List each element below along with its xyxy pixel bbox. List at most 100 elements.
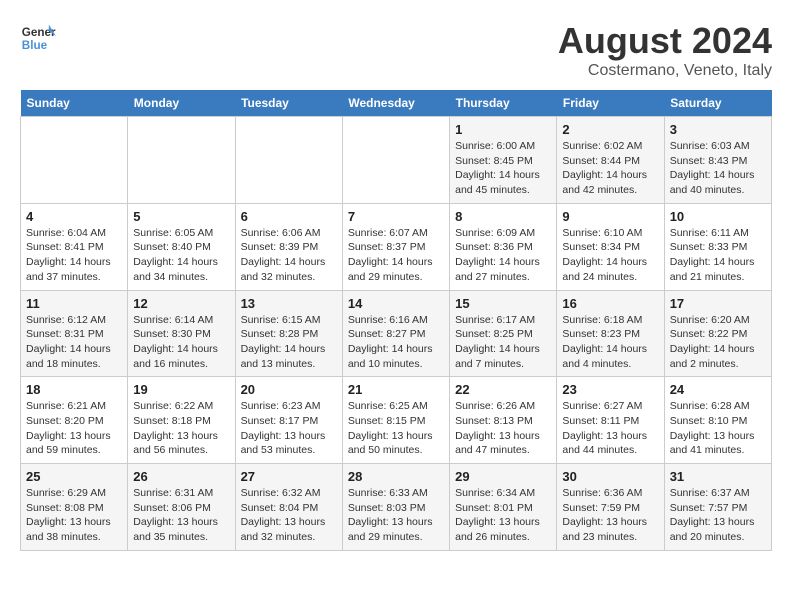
day-number: 24 — [670, 382, 766, 397]
day-number: 5 — [133, 209, 229, 224]
day-number: 30 — [562, 469, 658, 484]
day-number: 16 — [562, 296, 658, 311]
calendar-cell: 17Sunrise: 6:20 AM Sunset: 8:22 PM Dayli… — [664, 290, 771, 377]
calendar-cell: 13 Sunrise: 6:15 AM Sunset: 8:28 PM Dayli… — [235, 290, 342, 377]
day-number: 19 — [133, 382, 229, 397]
calendar-cell: 30 Sunrise: 6:36 AM Sunset: 7:59 PM Dayli… — [557, 464, 664, 551]
day-number: 23 — [562, 382, 658, 397]
day-info: Sunrise: 6:05 AM Sunset: 8:40 PM Dayligh… — [133, 226, 229, 285]
day-info: Sunrise: 6:09 AM Sunset: 8:36 PM Dayligh… — [455, 226, 551, 285]
day-info: Sunrise: 6:22 AM Sunset: 8:18 PM Dayligh… — [133, 399, 229, 458]
day-number: 31 — [670, 469, 766, 484]
day-info: Sunrise: 6:10 AM Sunset: 8:34 PM Dayligh… — [562, 226, 658, 285]
day-info: Sunrise: 6:31 AM Sunset: 8:06 PM Dayligh… — [133, 486, 229, 545]
day-info: Sunrise: 6:12 AM Sunset: 8:31 PM Dayligh… — [26, 313, 122, 372]
header-saturday: Saturday — [664, 90, 771, 117]
calendar-cell: 11 Sunrise: 6:12 AM Sunset: 8:31 PM Dayli… — [21, 290, 128, 377]
calendar-cell: 16 Sunrise: 6:18 AM Sunset: 8:23 PM Dayli… — [557, 290, 664, 377]
calendar-cell: 20 Sunrise: 6:23 AM Sunset: 8:17 PM Dayli… — [235, 377, 342, 464]
calendar-cell: 12 Sunrise: 6:14 AM Sunset: 8:30 PM Dayli… — [128, 290, 235, 377]
day-info: Sunrise: 6:14 AM Sunset: 8:30 PM Dayligh… — [133, 313, 229, 372]
calendar-cell: 18 Sunrise: 6:21 AM Sunset: 8:20 PM Dayli… — [21, 377, 128, 464]
calendar-week-4: 18 Sunrise: 6:21 AM Sunset: 8:20 PM Dayli… — [21, 377, 772, 464]
day-info: Sunrise: 6:25 AM Sunset: 8:15 PM Dayligh… — [348, 399, 444, 458]
header-sunday: Sunday — [21, 90, 128, 117]
day-info: Sunrise: 6:28 AM Sunset: 8:10 PM Dayligh… — [670, 399, 766, 458]
calendar-cell: 27Sunrise: 6:32 AM Sunset: 8:04 PM Dayli… — [235, 464, 342, 551]
calendar-cell: 10 Sunrise: 6:11 AM Sunset: 8:33 PM Dayli… — [664, 203, 771, 290]
day-info: Sunrise: 6:15 AM Sunset: 8:28 PM Dayligh… — [241, 313, 337, 372]
calendar-cell: 28 Sunrise: 6:33 AM Sunset: 8:03 PM Dayli… — [342, 464, 449, 551]
day-info: Sunrise: 6:18 AM Sunset: 8:23 PM Dayligh… — [562, 313, 658, 372]
day-info: Sunrise: 6:03 AM Sunset: 8:43 PM Dayligh… — [670, 139, 766, 198]
day-info: Sunrise: 6:02 AM Sunset: 8:44 PM Dayligh… — [562, 139, 658, 198]
day-info: Sunrise: 6:23 AM Sunset: 8:17 PM Dayligh… — [241, 399, 337, 458]
title-block: August 2024 Costermano, Veneto, Italy — [558, 20, 772, 80]
day-number: 13 — [241, 296, 337, 311]
day-number: 9 — [562, 209, 658, 224]
day-number: 7 — [348, 209, 444, 224]
day-info: Sunrise: 6:20 AM Sunset: 8:22 PM Dayligh… — [670, 313, 766, 372]
header-wednesday: Wednesday — [342, 90, 449, 117]
day-number: 1 — [455, 122, 551, 137]
calendar-cell: 8Sunrise: 6:09 AM Sunset: 8:36 PM Daylig… — [450, 203, 557, 290]
day-info: Sunrise: 6:21 AM Sunset: 8:20 PM Dayligh… — [26, 399, 122, 458]
day-number: 2 — [562, 122, 658, 137]
header: General Blue August 2024 Costermano, Ven… — [20, 20, 772, 80]
calendar-cell: 3Sunrise: 6:03 AM Sunset: 8:43 PM Daylig… — [664, 117, 771, 204]
calendar-cell: 7 Sunrise: 6:07 AM Sunset: 8:37 PM Daylig… — [342, 203, 449, 290]
calendar-cell — [128, 117, 235, 204]
day-info: Sunrise: 6:36 AM Sunset: 7:59 PM Dayligh… — [562, 486, 658, 545]
calendar-week-1: 1 Sunrise: 6:00 AM Sunset: 8:45 PM Daylig… — [21, 117, 772, 204]
calendar-header-row: SundayMondayTuesdayWednesdayThursdayFrid… — [21, 90, 772, 117]
day-info: Sunrise: 6:34 AM Sunset: 8:01 PM Dayligh… — [455, 486, 551, 545]
day-number: 22 — [455, 382, 551, 397]
day-number: 6 — [241, 209, 337, 224]
subtitle: Costermano, Veneto, Italy — [558, 62, 772, 80]
day-number: 28 — [348, 469, 444, 484]
calendar-table: SundayMondayTuesdayWednesdayThursdayFrid… — [20, 90, 772, 551]
day-info: Sunrise: 6:32 AM Sunset: 8:04 PM Dayligh… — [241, 486, 337, 545]
calendar-cell: 6Sunrise: 6:06 AM Sunset: 8:39 PM Daylig… — [235, 203, 342, 290]
day-number: 20 — [241, 382, 337, 397]
main-title: August 2024 — [558, 20, 772, 62]
calendar-cell: 29 Sunrise: 6:34 AM Sunset: 8:01 PM Dayli… — [450, 464, 557, 551]
calendar-cell: 14Sunrise: 6:16 AM Sunset: 8:27 PM Dayli… — [342, 290, 449, 377]
day-info: Sunrise: 6:07 AM Sunset: 8:37 PM Dayligh… — [348, 226, 444, 285]
day-info: Sunrise: 6:33 AM Sunset: 8:03 PM Dayligh… — [348, 486, 444, 545]
day-info: Sunrise: 6:11 AM Sunset: 8:33 PM Dayligh… — [670, 226, 766, 285]
day-info: Sunrise: 6:26 AM Sunset: 8:13 PM Dayligh… — [455, 399, 551, 458]
header-friday: Friday — [557, 90, 664, 117]
calendar-cell: 15 Sunrise: 6:17 AM Sunset: 8:25 PM Dayli… — [450, 290, 557, 377]
day-number: 25 — [26, 469, 122, 484]
calendar-cell: 21 Sunrise: 6:25 AM Sunset: 8:15 PM Dayli… — [342, 377, 449, 464]
logo: General Blue — [20, 20, 56, 56]
calendar-cell: 26 Sunrise: 6:31 AM Sunset: 8:06 PM Dayli… — [128, 464, 235, 551]
day-number: 18 — [26, 382, 122, 397]
calendar-cell: 2 Sunrise: 6:02 AM Sunset: 8:44 PM Daylig… — [557, 117, 664, 204]
day-number: 11 — [26, 296, 122, 311]
day-number: 15 — [455, 296, 551, 311]
day-number: 21 — [348, 382, 444, 397]
day-info: Sunrise: 6:29 AM Sunset: 8:08 PM Dayligh… — [26, 486, 122, 545]
day-number: 10 — [670, 209, 766, 224]
calendar-cell — [21, 117, 128, 204]
header-thursday: Thursday — [450, 90, 557, 117]
day-number: 12 — [133, 296, 229, 311]
calendar-week-2: 4Sunrise: 6:04 AM Sunset: 8:41 PM Daylig… — [21, 203, 772, 290]
day-number: 14 — [348, 296, 444, 311]
day-info: Sunrise: 6:37 AM Sunset: 7:57 PM Dayligh… — [670, 486, 766, 545]
day-info: Sunrise: 6:17 AM Sunset: 8:25 PM Dayligh… — [455, 313, 551, 372]
calendar-cell: 9 Sunrise: 6:10 AM Sunset: 8:34 PM Daylig… — [557, 203, 664, 290]
calendar-cell: 19 Sunrise: 6:22 AM Sunset: 8:18 PM Dayli… — [128, 377, 235, 464]
day-info: Sunrise: 6:00 AM Sunset: 8:45 PM Dayligh… — [455, 139, 551, 198]
calendar-cell: 1 Sunrise: 6:00 AM Sunset: 8:45 PM Daylig… — [450, 117, 557, 204]
calendar-cell — [235, 117, 342, 204]
calendar-cell: 5 Sunrise: 6:05 AM Sunset: 8:40 PM Daylig… — [128, 203, 235, 290]
header-monday: Monday — [128, 90, 235, 117]
logo-icon: General Blue — [20, 20, 56, 56]
day-number: 26 — [133, 469, 229, 484]
svg-text:Blue: Blue — [22, 39, 48, 52]
calendar-cell: 24 Sunrise: 6:28 AM Sunset: 8:10 PM Dayli… — [664, 377, 771, 464]
day-number: 29 — [455, 469, 551, 484]
